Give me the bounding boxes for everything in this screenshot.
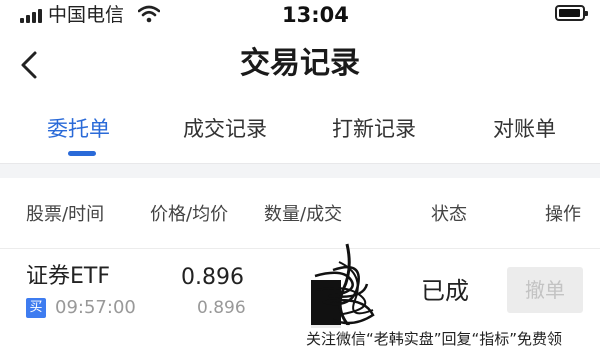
tab-statement[interactable]: 对账单 xyxy=(493,115,556,143)
stock-name: 证券ETF xyxy=(26,264,110,289)
wifi-icon xyxy=(138,5,160,23)
status-bar: 中国电信 13:04 xyxy=(0,0,600,30)
clock: 13:04 xyxy=(282,3,349,27)
section-divider xyxy=(0,163,600,178)
buy-badge: 买 xyxy=(26,298,46,318)
active-tab-indicator xyxy=(68,151,96,156)
average-price: 0.896 xyxy=(197,298,246,318)
tab-ipo-records[interactable]: 打新记录 xyxy=(332,115,416,143)
battery-icon xyxy=(555,5,588,21)
order-time: 09:57:00 xyxy=(55,297,136,318)
cancel-order-button[interactable]: 撤单 xyxy=(507,267,583,313)
page-title: 交易记录 xyxy=(240,46,360,81)
column-header-price: 价格/均价 xyxy=(150,204,229,225)
signal-icon xyxy=(20,9,44,23)
tab-orders[interactable]: 委托单 xyxy=(47,115,110,143)
order-price: 0.896 xyxy=(181,265,244,290)
carrier-label: 中国电信 xyxy=(48,4,125,26)
header-divider xyxy=(0,248,600,249)
column-header-stock-time: 股票/时间 xyxy=(26,204,105,225)
promo-overlay-text: 关注微信“老韩实盘”回复“指标”免费领 xyxy=(268,325,600,353)
redacted-quantity-scribble xyxy=(311,243,375,328)
tab-trade-records[interactable]: 成交记录 xyxy=(183,115,267,143)
order-status: 已成 xyxy=(421,277,469,305)
column-header-status: 状态 xyxy=(431,204,467,225)
column-header-quantity: 数量/成交 xyxy=(264,204,343,225)
column-header-action: 操作 xyxy=(545,204,581,225)
